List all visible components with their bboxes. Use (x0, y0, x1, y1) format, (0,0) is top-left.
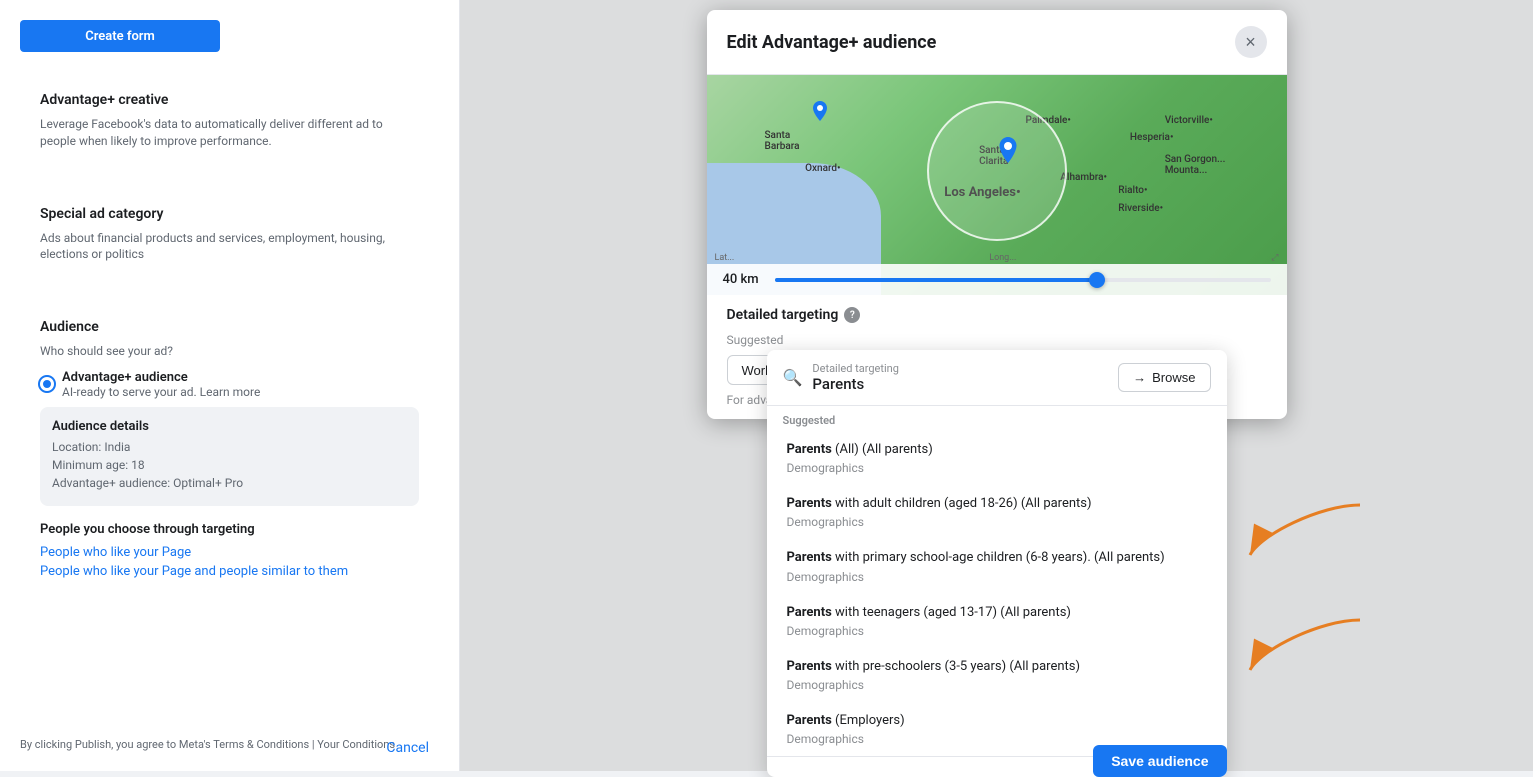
city-santa-barbara: SantaBarbara (765, 130, 800, 152)
browse-label: Browse (1152, 370, 1195, 385)
people-option-2[interactable]: People who like your Page and people sim… (40, 564, 419, 579)
result-subtitle-parents-primary: Demographics (787, 570, 1207, 584)
result-item-parents-all[interactable]: Parents (All) (All parents) Demographics (771, 431, 1223, 485)
slider-fill (775, 278, 1097, 282)
search-header: 🔍 Detailed targeting Parents → Browse (767, 350, 1227, 406)
audience-option-sub: AI-ready to serve your ad. Learn more (62, 385, 260, 399)
suggested-label: Suggested (727, 333, 1267, 347)
audience-option-row: Advantage+ audience AI-ready to serve yo… (40, 370, 419, 399)
result-title-parents-all: Parents (All) (All parents) (787, 441, 1207, 459)
people-title: People you choose through targeting (40, 522, 419, 537)
arrow-to-primary (1240, 495, 1370, 565)
browse-arrow-icon: → (1133, 370, 1146, 385)
advantage-creative-section: Advantage+ creative Leverage Facebook's … (20, 72, 439, 170)
location-pin-small-icon (811, 101, 829, 123)
people-section: People you choose through targeting Peop… (40, 522, 419, 579)
slider-thumb (1089, 272, 1105, 288)
city-rialto: Rialto• (1118, 185, 1147, 196)
search-input[interactable]: Detailed targeting Parents (812, 362, 1108, 393)
distance-label: 40 km (723, 272, 763, 287)
result-title-parents-primary: Parents with primary school-age children… (787, 549, 1207, 567)
search-value: Parents (812, 375, 1108, 393)
close-button[interactable]: × (1235, 26, 1267, 58)
save-audience-row: Save audience (767, 756, 1227, 777)
main-modal-title: Edit Advantage+ audience (727, 32, 937, 53)
map-pin-small (811, 101, 829, 127)
result-subtitle-parents-all: Demographics (787, 461, 1207, 475)
city-alhambra: Alhambra• (1060, 172, 1107, 183)
special-ad-desc: Ads about financial products and service… (40, 230, 419, 264)
audience-details-title: Audience details (52, 419, 407, 434)
audience-subtitle: Who should see your ad? (40, 343, 419, 360)
browse-button[interactable]: → Browse (1118, 363, 1210, 392)
result-title-parents-teenagers: Parents with teenagers (aged 13-17) (All… (787, 604, 1207, 622)
result-title-parents-adult: Parents with adult children (aged 18-26)… (787, 495, 1207, 513)
result-title-parents-preschoolers: Parents with pre-schoolers (3-5 years) (… (787, 658, 1207, 676)
audience-option-label: Advantage+ audience (62, 370, 260, 385)
result-item-parents-teenagers[interactable]: Parents with teenagers (aged 13-17) (All… (771, 594, 1223, 648)
arrow-to-preschoolers (1240, 610, 1370, 680)
result-subtitle-parents-adult: Demographics (787, 515, 1207, 529)
result-subtitle-parents-preschoolers: Demographics (787, 678, 1207, 692)
results-list: Suggested Parents (All) (All parents) De… (767, 406, 1227, 756)
min-age-detail: Minimum age: 18 (52, 458, 407, 472)
result-item-parents-preschoolers[interactable]: Parents with pre-schoolers (3-5 years) (… (771, 648, 1223, 702)
left-panel: Create form Advantage+ creative Leverage… (0, 0, 460, 771)
expand-map-icon[interactable]: ⤢ (1271, 253, 1278, 263)
city-oxnard: Oxnard• (805, 163, 840, 174)
create-form-button[interactable]: Create form (20, 20, 220, 52)
map-bottom-bar: Lat... Long... ⤢ (707, 253, 1287, 263)
long-label: Long... (989, 253, 1016, 263)
result-subtitle-parents-employers: Demographics (787, 732, 1207, 746)
city-victorville: Victorville• (1165, 115, 1213, 126)
radio-advantage-audience[interactable] (40, 377, 54, 391)
targeting-info-icon[interactable]: ? (844, 307, 860, 323)
footer-text: By clicking Publish, you agree to Meta's… (20, 738, 439, 751)
modal-backdrop: Edit Advantage+ audience × Palmdale• Vic… (460, 0, 1533, 771)
advantage-creative-desc: Leverage Facebook's data to automaticall… (40, 116, 419, 150)
result-item-parents-adult[interactable]: Parents with adult children (aged 18-26)… (771, 485, 1223, 539)
save-audience-button[interactable]: Save audience (1093, 745, 1226, 777)
result-subtitle-parents-teenagers: Demographics (787, 624, 1207, 638)
slider-container: 40 km (707, 264, 1287, 295)
targeting-label: Detailed targeting ? (727, 307, 1267, 323)
map-container: Palmdale• Victorville• SantaBarbara Hesp… (707, 75, 1287, 295)
search-dropdown: 🔍 Detailed targeting Parents → Browse Su… (767, 350, 1227, 777)
audience-title: Audience (40, 319, 419, 335)
result-item-parents-primary[interactable]: Parents with primary school-age children… (771, 539, 1223, 593)
people-option-1[interactable]: People who like your Page (40, 545, 419, 560)
distance-slider[interactable] (775, 278, 1271, 282)
special-ad-title: Special ad category (40, 206, 419, 222)
city-hesperia: Hesperia• (1130, 132, 1174, 143)
main-modal-header: Edit Advantage+ audience × (707, 10, 1287, 75)
location-detail: Location: India (52, 440, 407, 454)
search-icon: 🔍 (783, 368, 803, 387)
cancel-button[interactable]: Cancel (386, 740, 429, 756)
special-ad-category-section: Special ad category Ads about financial … (20, 186, 439, 284)
map-circle (927, 101, 1067, 241)
audience-section: Audience Who should see your ad? Advanta… (20, 299, 439, 603)
lat-label: Lat... (715, 253, 735, 263)
result-title-parents-employers: Parents (Employers) (787, 712, 1207, 730)
search-placeholder: Detailed targeting (812, 362, 1108, 375)
city-riverside: Riverside• (1118, 203, 1163, 214)
results-group-header: Suggested (767, 406, 1227, 431)
city-san-bern: San Gorgon...Mounta... (1165, 154, 1226, 176)
advantage-detail: Advantage+ audience: Optimal+ Pro (52, 476, 407, 490)
audience-details-box: Audience details Location: India Minimum… (40, 407, 419, 506)
advantage-creative-title: Advantage+ creative (40, 92, 419, 108)
map-pin-main (997, 137, 1019, 169)
location-pin-main-icon (997, 137, 1019, 165)
